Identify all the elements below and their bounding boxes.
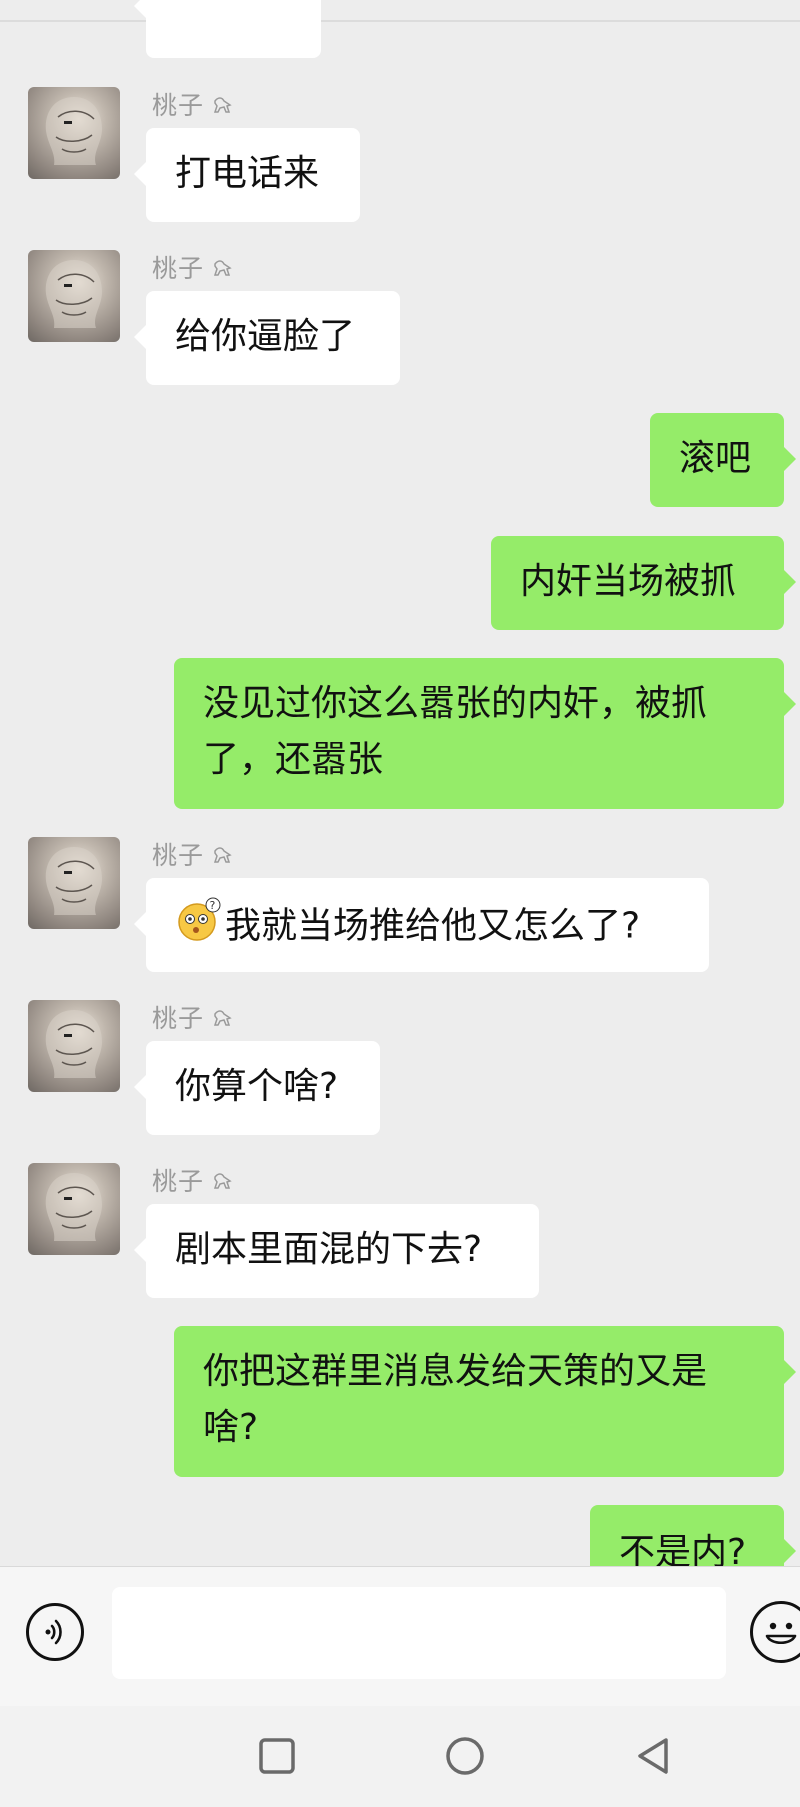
header-divider: [0, 20, 800, 22]
message-bubble-outgoing[interactable]: 你把这群里消息发给天策的又是 啥?: [174, 1326, 796, 1477]
message-bubble-outgoing[interactable]: 不是内?: [590, 1505, 796, 1566]
sender-name: 桃子: [152, 839, 234, 873]
avatar[interactable]: [28, 1163, 120, 1255]
message-line: 你把这群里消息发给天策的又是: [203, 1351, 708, 1392]
message-bubble-outgoing[interactable]: 内奸当场被抓: [491, 536, 796, 630]
avatar[interactable]: [28, 250, 120, 342]
message-bubble-outgoing[interactable]: 滚吧: [650, 413, 796, 507]
message-line: 了，还嚣张: [203, 739, 384, 780]
home-circle-icon[interactable]: [443, 1734, 487, 1778]
svg-text:?: ?: [210, 899, 216, 912]
message-text: 我就当场推给他又怎么了?: [225, 905, 641, 947]
voice-icon[interactable]: [26, 1603, 84, 1661]
avatar[interactable]: [28, 837, 120, 929]
input-bar: [0, 1566, 800, 1707]
message-bubble[interactable]: 你算个啥?: [134, 1041, 380, 1135]
sender-name: 桃子: [152, 1165, 234, 1199]
recents-square-icon[interactable]: [255, 1734, 299, 1778]
sender-name: 桃子: [152, 1002, 234, 1036]
message-input[interactable]: [112, 1587, 726, 1679]
smile-icon[interactable]: [750, 1601, 800, 1663]
message-bubble[interactable]: 打电话来: [134, 128, 360, 222]
avatar[interactable]: [28, 87, 120, 179]
avatar[interactable]: [28, 1000, 120, 1092]
system-nav-bar: [0, 1706, 800, 1807]
message-bubble[interactable]: ? 我就当场推给他又怎么了?: [134, 878, 709, 972]
dinosaur-badge-icon: [212, 840, 234, 874]
message-bubble-partial[interactable]: [134, 0, 321, 58]
message-bubble-outgoing[interactable]: 没见过你这么嚣张的内奸，被抓 了，还嚣张: [174, 658, 796, 809]
dinosaur-badge-icon: [212, 1003, 234, 1037]
chat-area[interactable]: 桃子 打电话来 桃子 给你逼脸了 滚吧 内奸当场被抓 没见过你这么嚣张的内奸，被…: [0, 0, 800, 1566]
thinking-confused-emoji-icon: ?: [173, 896, 223, 959]
sender-name: 桃子: [152, 89, 234, 123]
message-bubble[interactable]: 给你逼脸了: [134, 291, 400, 385]
dinosaur-badge-icon: [212, 253, 234, 287]
dinosaur-badge-icon: [212, 1166, 234, 1200]
message-line: 啥?: [203, 1407, 259, 1448]
message-bubble[interactable]: 剧本里面混的下去?: [134, 1204, 539, 1298]
message-line: 没见过你这么嚣张的内奸，被抓: [203, 683, 708, 724]
dinosaur-badge-icon: [212, 90, 234, 124]
back-triangle-icon[interactable]: [632, 1734, 676, 1778]
sender-name: 桃子: [152, 252, 234, 286]
